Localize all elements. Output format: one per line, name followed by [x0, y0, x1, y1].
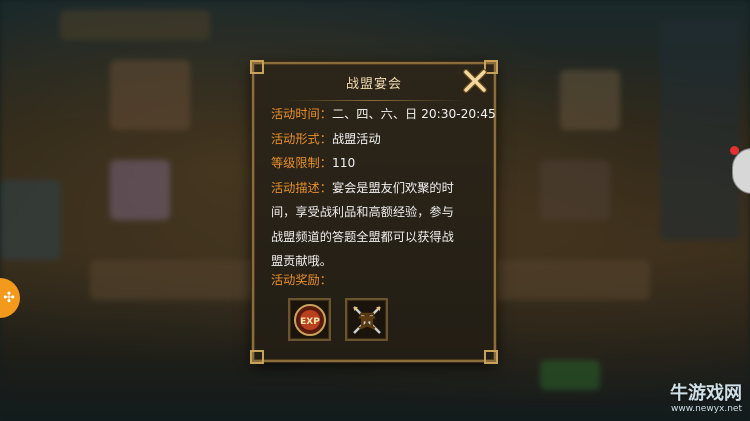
info-row-description: 活动描述：宴会是盟友们欢聚的时 — [271, 176, 490, 201]
dialog-header: 战盟宴会 — [254, 70, 494, 101]
exp-icon-text: EXP — [300, 317, 320, 327]
site-logo: 牛游戏网 www.newyx.net — [670, 384, 742, 415]
reward-slot-exp[interactable]: EXP — [288, 298, 331, 341]
time-value: 二、四、六、日 20:30-20:45 — [331, 107, 496, 121]
guild-banquet-dialog: 战盟宴会 活动时间：二、四、六、日 20:30-20:45 活动形式：战盟活动 … — [250, 60, 498, 364]
frame-corner — [250, 350, 264, 364]
close-icon — [463, 69, 487, 93]
activity-info: 活动时间：二、四、六、日 20:30-20:45 活动形式：战盟活动 等级限制：… — [271, 102, 496, 274]
notification-dot — [730, 146, 739, 155]
frame-corner — [484, 350, 498, 364]
title-divider — [284, 100, 464, 101]
close-button[interactable] — [462, 68, 488, 94]
format-label: 活动形式： — [271, 131, 332, 146]
reward-slot-contribution[interactable]: 贡 — [345, 298, 388, 341]
info-row-level: 等级限制：110 — [271, 151, 490, 176]
exp-icon: EXP — [293, 303, 326, 336]
gamepad-icon: ✣ — [3, 290, 15, 306]
reward-label: 活动奖励： — [271, 273, 332, 287]
description-line: 战盟频道的答题全盟都可以获得战 — [271, 229, 454, 244]
watermark-name: 牛游戏网 — [670, 383, 742, 404]
reward-list: EXP 贡 — [288, 298, 388, 341]
site-watermark: 牛游戏网 www.newyx.net — [670, 384, 742, 415]
contribution-icon-text: 贡 — [358, 312, 375, 332]
level-label: 等级限制： — [271, 156, 332, 170]
watermark-url: www.newyx.net — [670, 404, 742, 414]
description-text: 宴会是盟友们欢聚的时 — [331, 180, 454, 195]
description-line: 间，享受战利品和高额经验，参与 — [271, 205, 454, 219]
format-value: 战盟活动 — [331, 131, 381, 146]
info-row-time: 活动时间：二、四、六、日 20:30-20:45 — [271, 102, 496, 127]
level-value: 110 — [331, 156, 356, 170]
description-label: 活动描述： — [271, 180, 332, 195]
dialog-title: 战盟宴会 — [345, 77, 402, 92]
info-row-format: 活动形式：战盟活动 — [271, 127, 490, 152]
time-label: 活动时间： — [271, 107, 332, 121]
contribution-icon: 贡 — [352, 305, 381, 334]
